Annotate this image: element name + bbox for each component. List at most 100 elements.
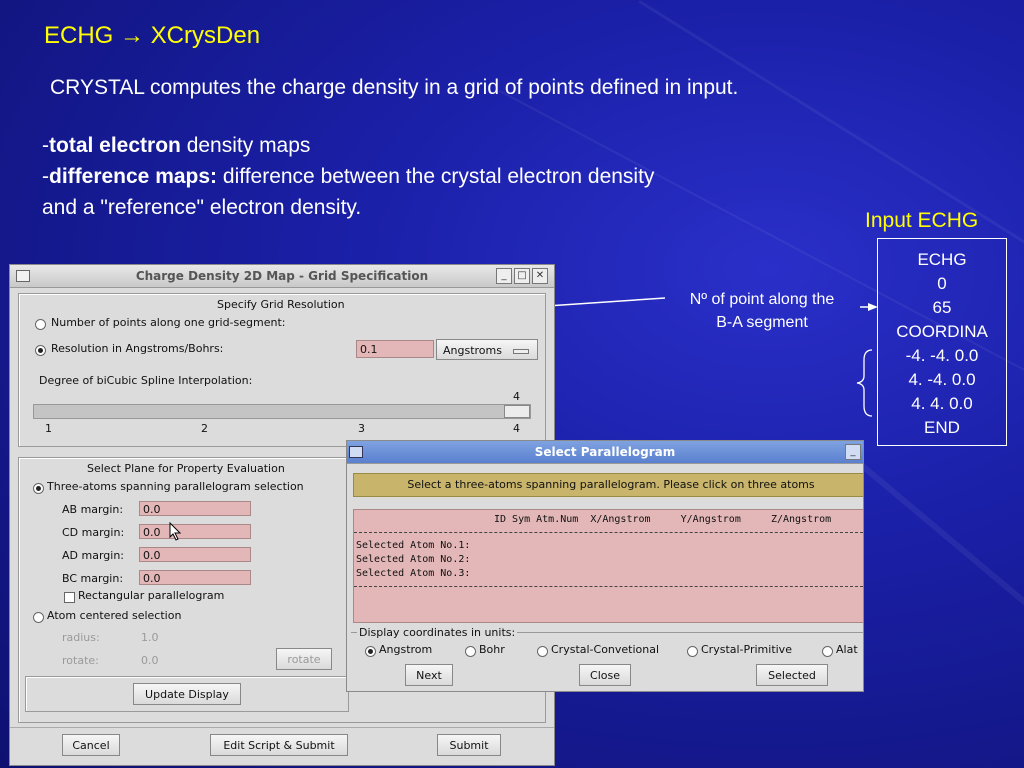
unit-crystal-primitive-label: Crystal-Primitive: [701, 643, 792, 656]
divider: [10, 727, 554, 728]
rotate-label: rotate:: [62, 654, 99, 667]
ab-margin-label: AB margin:: [62, 503, 124, 516]
selected-atom-row: Selected Atom No.3:: [356, 568, 471, 579]
bullet2-text: difference between the crystal electron …: [217, 165, 655, 188]
ad-margin-label: AD margin:: [62, 549, 124, 562]
bullet1-text: density maps: [180, 134, 311, 157]
input-line: 4. -4. 0.0: [908, 370, 976, 389]
parallelogram-titlebar[interactable]: Select Parallelogram _: [347, 441, 863, 464]
bg-streak: [856, 460, 1024, 658]
input-line: 0: [937, 274, 947, 293]
next-button[interactable]: Next: [405, 664, 453, 686]
slider-tick: 1: [45, 422, 52, 435]
radio-unit-angstrom[interactable]: [365, 646, 376, 657]
input-echg-title: Input ECHG: [865, 209, 979, 232]
radio-resolution[interactable]: [35, 345, 46, 356]
cancel-button[interactable]: Cancel: [62, 734, 120, 756]
table-divider: [354, 532, 863, 533]
cd-margin-input[interactable]: 0.0: [139, 524, 251, 539]
minimize-icon[interactable]: _: [496, 268, 512, 284]
slide-subtitle: CRYSTAL computes the charge density in a…: [50, 76, 739, 99]
radio-unit-crystal-primitive[interactable]: [687, 646, 698, 657]
radio-unit-bohr[interactable]: [465, 646, 476, 657]
rotate-value: 0.0: [141, 654, 159, 667]
input-echg-box: ECHG 0 65 COORDINA -4. -4. 0.0 4. -4. 0.…: [877, 238, 1007, 446]
section-title: Specify Grid Resolution: [217, 298, 345, 311]
bullet2-continuation: and a "reference" electron density.: [42, 196, 362, 219]
table-divider: [354, 586, 863, 587]
minimize-icon[interactable]: _: [845, 444, 861, 460]
brace-right: [856, 349, 873, 417]
units-select[interactable]: Angstroms: [436, 339, 538, 360]
rectangular-checkbox[interactable]: [64, 592, 75, 603]
radio-resolution-label: Resolution in Angstroms/Bohrs:: [51, 342, 224, 355]
grid-window-title: Charge Density 2D Map - Grid Specificati…: [135, 269, 429, 283]
resolution-input[interactable]: 0.1: [356, 340, 434, 358]
annotation-line: B-A segment: [716, 314, 808, 331]
input-line: ECHG: [917, 250, 967, 269]
mouse-cursor-icon: [169, 522, 182, 541]
bc-margin-input[interactable]: 0.0: [139, 570, 251, 585]
slide-title: ECHG → XCrysDen: [44, 22, 261, 49]
edit-script-submit-button[interactable]: Edit Script & Submit: [210, 734, 348, 756]
selected-atom-row: Selected Atom No.1:: [356, 540, 471, 551]
ab-margin-input[interactable]: 0.0: [139, 501, 251, 516]
input-line: COORDINA: [896, 322, 988, 341]
unit-alat-label: Alat: [836, 643, 858, 656]
slider-value: 4: [513, 390, 520, 403]
input-line: 65: [932, 298, 952, 317]
select-parallelogram-window: Select Parallelogram _ Select a three-at…: [346, 440, 864, 692]
bullet-dash: -: [42, 165, 49, 188]
submit-button[interactable]: Submit: [437, 734, 501, 756]
bullet1-bold: total electron: [49, 134, 181, 157]
instruction-banner: Select a three-atoms spanning parallelog…: [353, 473, 863, 497]
maximize-icon[interactable]: □: [514, 268, 530, 284]
slider-tick: 4: [513, 422, 520, 435]
grid-resolution-panel: Specify Grid Resolution Number of points…: [18, 293, 546, 447]
units-legend: Display coordinates in units:: [357, 626, 518, 639]
slider-tick: 3: [358, 422, 365, 435]
input-line: END: [924, 418, 960, 437]
close-button[interactable]: Close: [579, 664, 631, 686]
input-line: -4. -4. 0.0: [905, 346, 979, 365]
bullet2-bold: difference maps:: [49, 165, 218, 188]
parallelogram-window-title: Select Parallelogram: [534, 445, 676, 459]
atom-table-header: ID Sym Atm.Num X/Angstrom Y/Angstrom Z/A…: [494, 514, 832, 525]
spline-slider-handle[interactable]: [504, 405, 530, 418]
dropdown-icon: [513, 349, 529, 354]
rectangular-label: Rectangular parallelogram: [78, 589, 225, 602]
radio-atom-centered[interactable]: [33, 612, 44, 623]
bullet-list: -total electron density maps -difference…: [42, 130, 822, 223]
atom-table[interactable]: ID Sym Atm.Num X/Angstrom Y/Angstrom Z/A…: [353, 509, 863, 623]
grid-window-titlebar[interactable]: Charge Density 2D Map - Grid Specificati…: [10, 265, 554, 288]
bc-margin-label: BC margin:: [62, 572, 124, 585]
radio-unit-alat[interactable]: [822, 646, 833, 657]
selected-atom-row: Selected Atom No.2:: [356, 554, 471, 565]
units-select-value: Angstroms: [443, 344, 502, 357]
ad-margin-input[interactable]: 0.0: [139, 547, 251, 562]
annotation-text: Nº of point along the B-A segment: [662, 288, 862, 334]
radio-points-label: Number of points along one grid-segment:: [51, 316, 286, 329]
close-icon[interactable]: ✕: [532, 268, 548, 284]
unit-crystal-conventional-label: Crystal-Convetional: [551, 643, 660, 656]
slider-tick: 2: [201, 422, 208, 435]
radio-unit-crystal-conventional[interactable]: [537, 646, 548, 657]
cd-margin-label: CD margin:: [62, 526, 125, 539]
spline-slider-track[interactable]: [33, 404, 531, 419]
section-title: Select Plane for Property Evaluation: [87, 462, 285, 475]
radius-value: 1.0: [141, 631, 159, 644]
update-panel: Update Display: [25, 676, 349, 712]
radius-label: radius:: [62, 631, 100, 644]
unit-bohr-label: Bohr: [479, 643, 505, 656]
rotate-button[interactable]: rotate: [276, 648, 332, 670]
bullet-dash: -: [42, 134, 49, 157]
unit-angstrom-label: Angstrom: [379, 643, 433, 656]
units-group: Display coordinates in units: Angstrom B…: [351, 626, 863, 661]
update-display-button[interactable]: Update Display: [133, 683, 241, 705]
radio-atom-centered-label: Atom centered selection: [47, 609, 182, 622]
input-line: 4. 4. 0.0: [911, 394, 973, 413]
annotation-line: Nº of point along the: [689, 291, 835, 308]
radio-three-atoms[interactable]: [33, 483, 44, 494]
selected-button[interactable]: Selected: [756, 664, 828, 686]
radio-points[interactable]: [35, 319, 46, 330]
